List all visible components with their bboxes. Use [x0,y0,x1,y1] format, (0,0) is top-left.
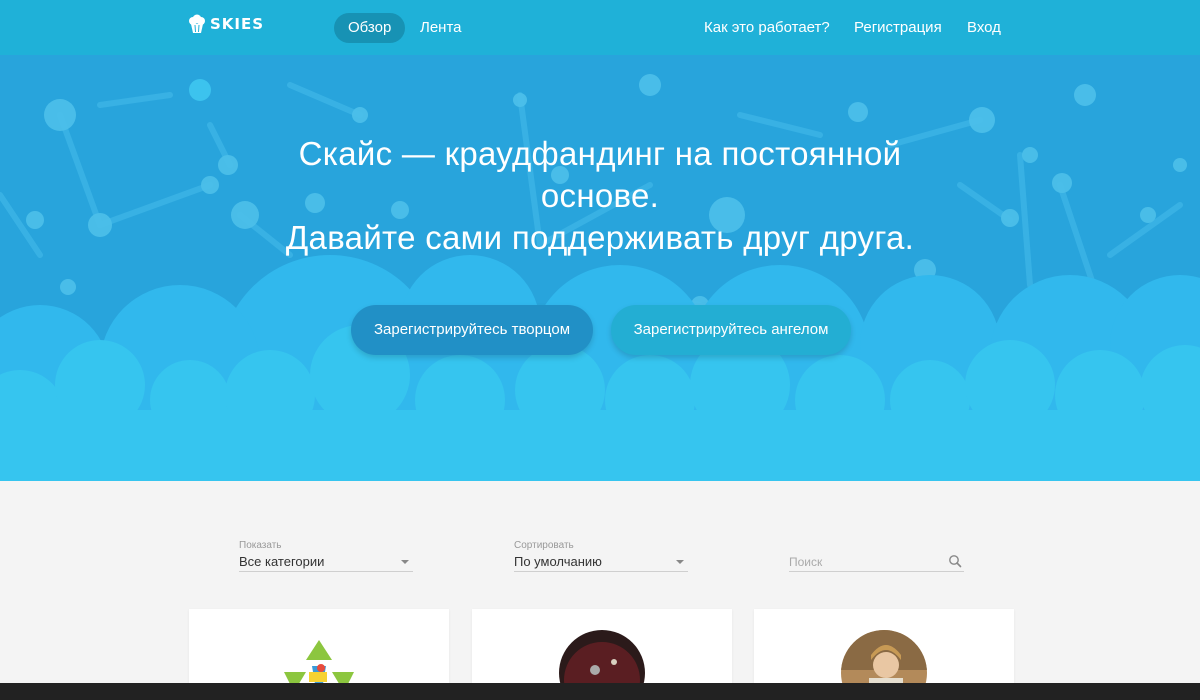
search-icon[interactable] [948,554,962,568]
logo-text: SKIES [210,15,265,33]
hero-title-line1: Скайс — краудфандинг на постоянной [298,135,902,172]
sort-select-value: По умолчанию [514,554,602,569]
logo[interactable]: SKIES [188,14,264,34]
category-select-value: Все категории [239,554,325,569]
hero-section: Скайс — краудфандинг на постоянной основ… [0,55,1200,481]
register-creator-button[interactable]: Зарегистрируйтесь творцом [351,305,593,355]
search-box [789,553,964,572]
nav-link-login[interactable]: Вход [953,13,1015,43]
show-filter-label: Показать [239,540,282,551]
nav-link-register[interactable]: Регистрация [840,13,956,43]
sort-select[interactable]: По умолчанию [514,554,688,572]
search-input[interactable] [789,554,939,570]
category-select[interactable]: Все категории [239,554,413,572]
nav-link-how-it-works[interactable]: Как это работает? [690,13,844,43]
sort-filter: Сортировать По умолчанию [514,540,688,572]
chevron-down-icon [676,560,684,564]
chevron-down-icon [401,560,409,564]
nav-tab-feed[interactable]: Лента [406,13,476,43]
register-angel-button[interactable]: Зарегистрируйтесь ангелом [611,305,851,355]
nav-tab-overview[interactable]: Обзор [334,13,406,43]
navbar: SKIES Обзор Лента Как это работает? Реги… [0,0,1200,55]
hero-title-line3: Давайте сами поддерживать друг друга. [285,219,915,256]
hero-title-line2: основе. [540,177,660,214]
hero-title: Скайс — краудфандинг на постоянной основ… [250,133,950,259]
constellation-background [0,74,1200,481]
cupcake-icon [189,14,205,33]
show-filter: Показать Все категории [239,540,413,572]
bottom-bar [0,683,1200,700]
sort-filter-label: Сортировать [514,540,574,551]
